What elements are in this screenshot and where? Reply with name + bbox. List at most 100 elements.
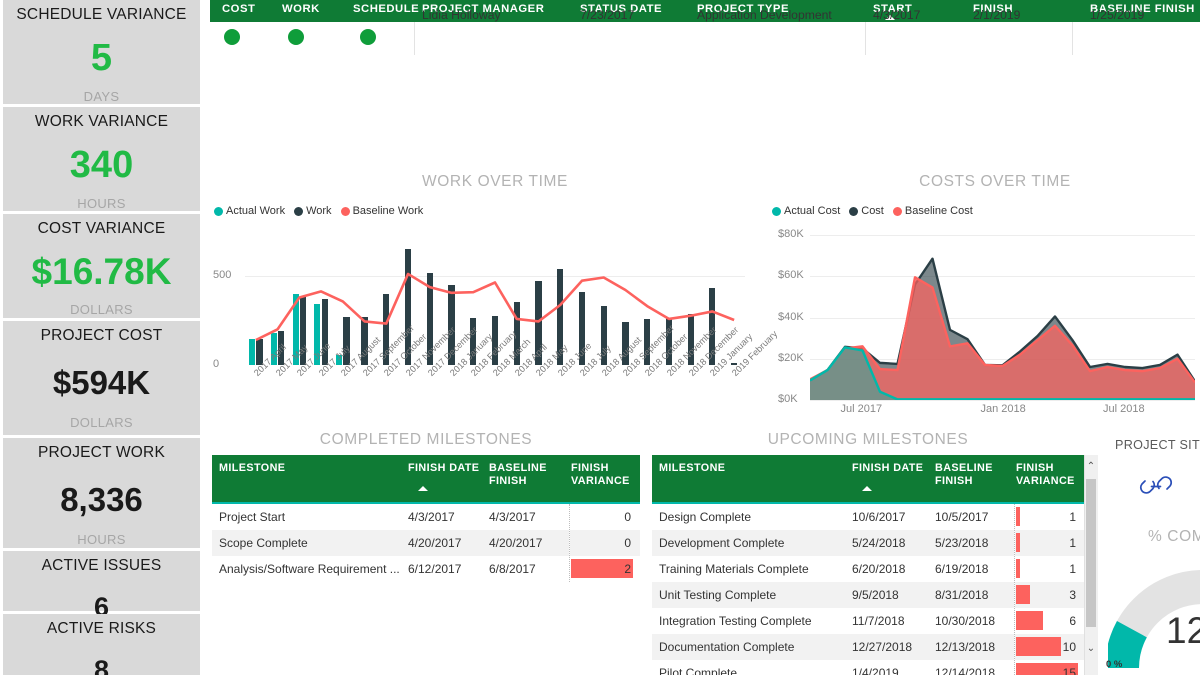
legend-item-actual-work[interactable]: Actual Work xyxy=(214,205,285,217)
kpi-title: ACTIVE RISKS xyxy=(47,620,156,637)
kpi-value: $16.78K xyxy=(32,253,172,290)
completed-milestones-title: COMPLETED MILESTONES xyxy=(212,431,640,449)
cell-finish-variance: 10 xyxy=(1012,640,1076,654)
gauge-min-label: 0 % xyxy=(1106,659,1122,670)
status-dot-work xyxy=(288,29,304,45)
costs-over-time-legend[interactable]: Actual Cost Cost Baseline Cost xyxy=(772,205,973,217)
cell-milestone: Unit Testing Complete xyxy=(659,588,884,602)
y-axis-tick-label: 0 xyxy=(213,358,219,370)
cell-project-manager: Lidia Holloway xyxy=(422,8,501,22)
cell-finish-date: 11/7/2018 xyxy=(852,614,934,628)
cell-baseline-finish: 5/23/2018 xyxy=(935,536,1021,550)
column-header-work[interactable]: WORK xyxy=(282,3,320,15)
legend-item-work[interactable]: Work xyxy=(294,205,331,217)
table-row[interactable]: Documentation Complete12/27/201812/13/20… xyxy=(652,634,1084,660)
cell-milestone: Training Materials Complete xyxy=(659,562,884,576)
table-row[interactable]: Design Complete10/6/201710/5/20171 xyxy=(652,504,1084,530)
table-row[interactable]: Unit Testing Complete9/5/20188/31/20183 xyxy=(652,582,1084,608)
legend-label: Baseline Cost xyxy=(905,205,973,217)
cell-milestone: Analysis/Software Requirement ... xyxy=(219,562,439,576)
cell-finish-variance: 15 xyxy=(1012,666,1076,675)
kpi-card-project-work[interactable]: PROJECT WORK8,336HOURS xyxy=(3,438,200,548)
sort-ascending-icon[interactable] xyxy=(862,486,872,491)
column-header-schedule[interactable]: SCHEDULE xyxy=(353,3,419,15)
y-axis-tick-label: $60K xyxy=(778,269,804,281)
column-header-cost[interactable]: COST xyxy=(222,3,255,15)
table-row[interactable]: Project Start4/3/20174/3/20170 xyxy=(212,504,640,530)
cell-finish-date: 10/6/2017 xyxy=(852,510,934,524)
cell-finish-variance: 3 xyxy=(1012,588,1076,602)
column-divider xyxy=(865,22,866,55)
column-header-baseline-finish[interactable]: BASELINE FINISH xyxy=(489,462,563,488)
kpi-card-cost-variance[interactable]: COST VARIANCE$16.78KDOLLARS xyxy=(3,214,200,318)
kpi-title: WORK VARIANCE xyxy=(35,113,168,130)
legend-swatch-icon xyxy=(294,207,303,216)
gauge-value-label: 12 xyxy=(1166,610,1200,652)
table-row[interactable]: Development Complete5/24/20185/23/20181 xyxy=(652,530,1084,556)
x-axis-tick-label: Jul 2017 xyxy=(841,403,883,415)
column-header-finish-variance[interactable]: FINISH VARIANCE xyxy=(1016,462,1076,488)
cell-baseline-finish: 6/8/2017 xyxy=(489,562,575,576)
cell-baseline-finish: 12/13/2018 xyxy=(935,640,1021,654)
column-divider xyxy=(414,22,415,55)
cell-baseline-finish: 10/30/2018 xyxy=(935,614,1021,628)
legend-item-cost[interactable]: Cost xyxy=(849,205,884,217)
table-row[interactable]: Integration Testing Complete11/7/201810/… xyxy=(652,608,1084,634)
column-header-milestone[interactable]: MILESTONE xyxy=(219,462,399,475)
column-header-finish-date[interactable]: FINISH DATE xyxy=(408,462,480,475)
kpi-card-active-issues[interactable]: ACTIVE ISSUES6 xyxy=(3,551,200,611)
cell-finish-date: 5/24/2018 xyxy=(852,536,934,550)
cell-finish-variance: 0 xyxy=(567,536,631,550)
scroll-down-icon[interactable]: ⌄ xyxy=(1084,643,1098,655)
kpi-value: 5 xyxy=(91,39,112,77)
kpi-units: HOURS xyxy=(77,532,125,547)
kpi-title: PROJECT COST xyxy=(41,327,163,344)
cell-milestone: Pilot Complete xyxy=(659,666,884,675)
variance-axis-line xyxy=(1014,504,1015,675)
cell-finish-variance: 0 xyxy=(567,510,631,524)
x-axis-tick-label: Jul 2018 xyxy=(1103,403,1145,415)
status-dot-schedule xyxy=(360,29,376,45)
costs-over-time-plot xyxy=(810,235,1195,400)
y-axis-tick-label: $40K xyxy=(778,311,804,323)
kpi-units: DOLLARS xyxy=(70,302,133,317)
kpi-card-schedule-variance[interactable]: SCHEDULE VARIANCE5DAYS xyxy=(3,0,200,104)
column-header-milestone[interactable]: MILESTONE xyxy=(659,462,844,475)
cell-finish-date: 1/4/2019 xyxy=(852,666,934,675)
project-summary-table: COSTWORKSCHEDULEPROJECT MANAGERSTATUS DA… xyxy=(210,0,1200,55)
cell-finish-variance: 1 xyxy=(1012,562,1076,576)
table-row[interactable]: Training Materials Complete6/20/20186/19… xyxy=(652,556,1084,582)
cell-baseline-finish: 4/3/2017 xyxy=(489,510,575,524)
column-header-baseline-finish[interactable]: BASELINE FINISH xyxy=(935,462,1009,488)
cell-finish-date: 9/5/2018 xyxy=(852,588,934,602)
cell-finish-date: 12/27/2018 xyxy=(852,640,934,654)
project-site-title: PROJECT SITE xyxy=(1115,438,1200,452)
column-header-finish-date[interactable]: FINISH DATE xyxy=(852,462,926,475)
kpi-units: DOLLARS xyxy=(70,415,133,430)
cell-baseline-finish: 10/5/2017 xyxy=(935,510,1021,524)
work-over-time-legend[interactable]: Actual Work Work Baseline Work xyxy=(214,205,423,217)
cell-milestone: Development Complete xyxy=(659,536,884,550)
link-icon[interactable] xyxy=(1139,472,1173,498)
table-row[interactable]: Pilot Complete1/4/201912/14/201815 xyxy=(652,660,1084,675)
scroll-up-icon[interactable]: ⌃ xyxy=(1084,461,1098,473)
table-row[interactable]: Analysis/Software Requirement ...6/12/20… xyxy=(212,556,640,582)
cell-project-type: Application Development xyxy=(697,8,832,22)
table-row[interactable]: Scope Complete4/20/20174/20/20170 xyxy=(212,530,640,556)
dashboard-root: SCHEDULE VARIANCE5DAYSWORK VARIANCE340HO… xyxy=(0,0,1200,675)
legend-item-baseline-cost[interactable]: Baseline Cost xyxy=(893,205,973,217)
scrollbar-thumb[interactable] xyxy=(1086,479,1096,627)
legend-item-actual-cost[interactable]: Actual Cost xyxy=(772,205,840,217)
column-header-finish-variance[interactable]: FINISH VARIANCE xyxy=(571,462,631,488)
project-summary-row[interactable] xyxy=(210,22,1200,55)
cell-baseline-finish: 1/25/2019 xyxy=(1090,8,1144,22)
costs-over-time-title: COSTS OVER TIME xyxy=(830,173,1160,191)
kpi-card-project-cost[interactable]: PROJECT COST$594KDOLLARS xyxy=(3,321,200,435)
sort-ascending-icon[interactable] xyxy=(418,486,428,491)
cell-finish: 2/1/2019 xyxy=(973,8,1020,22)
kpi-card-active-risks[interactable]: ACTIVE RISKS8 xyxy=(3,614,200,675)
cell-milestone: Design Complete xyxy=(659,510,884,524)
legend-item-baseline-work[interactable]: Baseline Work xyxy=(341,205,424,217)
kpi-card-work-variance[interactable]: WORK VARIANCE340HOURS xyxy=(3,107,200,211)
gridline xyxy=(810,400,1195,401)
